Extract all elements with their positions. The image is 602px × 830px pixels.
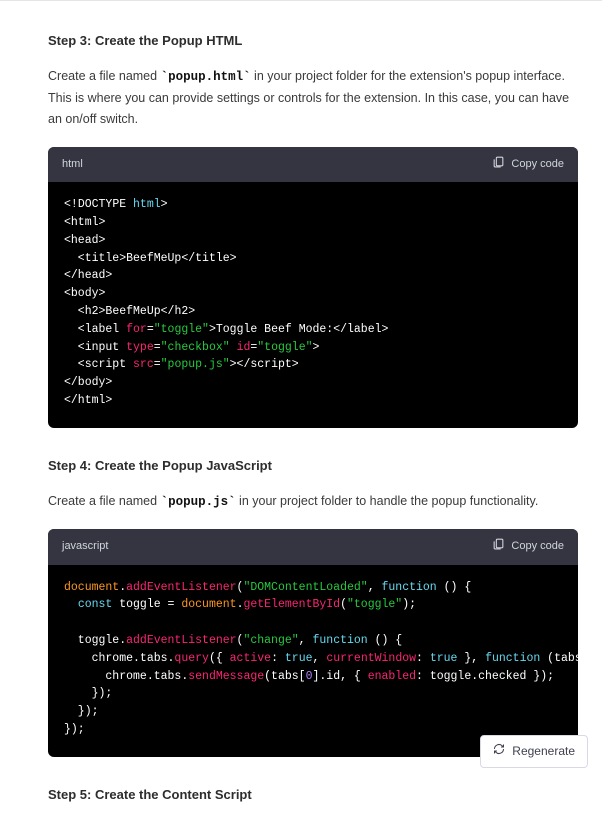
code-language-label: html <box>62 156 83 174</box>
text: in your project folder to handle the pop… <box>236 494 539 508</box>
text: Create a file named <box>48 494 161 508</box>
step4-heading: Step 4: Create the Popup JavaScript <box>48 456 578 477</box>
regenerate-label: Regenerate <box>512 742 575 761</box>
step3-heading: Step 3: Create the Popup HTML <box>48 31 578 52</box>
inline-code-filename: `popup.js` <box>161 495 236 509</box>
article-body: Step 3: Create the Popup HTML Create a f… <box>0 1 602 830</box>
code-block-body[interactable]: <!DOCTYPE html> <html> <head> <title>Bee… <box>48 182 578 428</box>
code-block-html: html Copy code <!DOCTYPE html> <html> <h… <box>48 147 578 428</box>
code-language-label: javascript <box>62 538 108 556</box>
code-block-header: html Copy code <box>48 147 578 183</box>
step3-paragraph: Create a file named `popup.html` in your… <box>48 66 578 131</box>
text: Create a file named <box>48 69 161 83</box>
step4-paragraph: Create a file named `popup.js` in your p… <box>48 491 578 513</box>
step5-heading: Step 5: Create the Content Script <box>48 785 578 806</box>
copy-code-button[interactable]: Copy code <box>492 155 564 175</box>
refresh-icon <box>493 742 505 761</box>
copy-code-button[interactable]: Copy code <box>492 537 564 557</box>
code-block-js: javascript Copy code document.addEventLi… <box>48 529 578 757</box>
copy-code-label: Copy code <box>511 538 564 556</box>
regenerate-button[interactable]: Regenerate <box>480 735 588 768</box>
copy-code-label: Copy code <box>511 156 564 174</box>
code-block-header: javascript Copy code <box>48 529 578 565</box>
code-block-body[interactable]: document.addEventListener("DOMContentLoa… <box>48 565 578 757</box>
clipboard-icon <box>492 155 505 175</box>
inline-code-filename: `popup.html` <box>161 70 251 84</box>
clipboard-icon <box>492 537 505 557</box>
